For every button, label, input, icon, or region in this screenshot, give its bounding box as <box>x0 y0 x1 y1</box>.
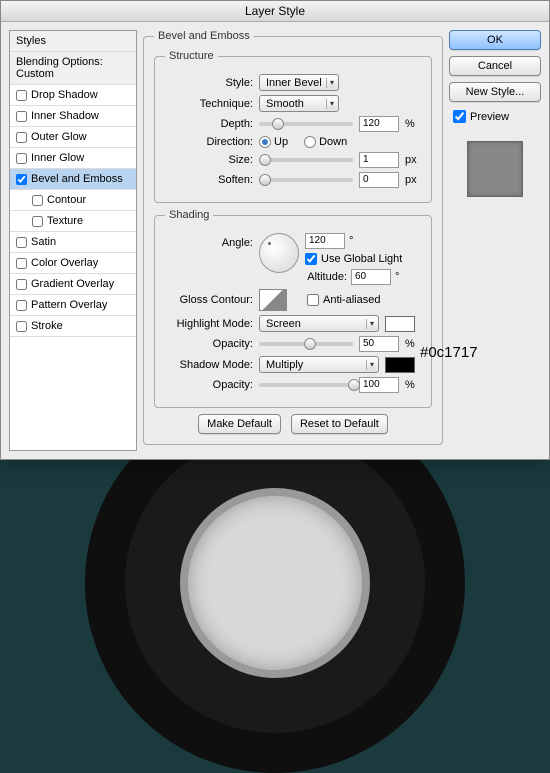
sidebar-checkbox[interactable] <box>16 279 27 290</box>
shading-group: Shading Angle: 120 ° Use Global Light Al… <box>154 209 432 408</box>
sidebar-item-label: Inner Shadow <box>31 110 99 122</box>
reset-default-button[interactable]: Reset to Default <box>291 414 388 434</box>
preview-swatch <box>467 141 523 197</box>
sidebar-item-label: Stroke <box>31 320 63 332</box>
bevel-emboss-group: Bevel and Emboss Structure Style: Inner … <box>143 30 443 445</box>
sidebar-checkbox[interactable] <box>16 153 27 164</box>
sidebar-item-color-overlay[interactable]: Color Overlay <box>10 253 136 274</box>
sidebar-item-texture[interactable]: Texture <box>10 211 136 232</box>
sidebar-item-label: Outer Glow <box>31 131 87 143</box>
sidebar-item-label: Bevel and Emboss <box>31 173 123 185</box>
angle-input[interactable]: 120 <box>305 233 345 249</box>
sidebar-checkbox[interactable] <box>16 321 27 332</box>
highlight-mode-label: Highlight Mode: <box>165 318 253 330</box>
shadow-opacity-label: Opacity: <box>165 379 253 391</box>
sidebar-item-contour[interactable]: Contour <box>10 190 136 211</box>
highlight-opacity-input[interactable]: 50 <box>359 336 399 352</box>
style-label: Style: <box>165 77 253 89</box>
sidebar-item-satin[interactable]: Satin <box>10 232 136 253</box>
sidebar-item-stroke[interactable]: Stroke <box>10 316 136 337</box>
size-input[interactable]: 1 <box>359 152 399 168</box>
highlight-mode-select[interactable]: Screen <box>259 315 379 332</box>
layer-style-dialog: Layer Style Styles Blending Options: Cus… <box>0 0 550 460</box>
sidebar-item-bevel-and-emboss[interactable]: Bevel and Emboss <box>10 169 136 190</box>
sidebar-item-label: Gradient Overlay <box>31 278 114 290</box>
shadow-opacity-slider[interactable] <box>259 383 353 387</box>
sidebar-item-gradient-overlay[interactable]: Gradient Overlay <box>10 274 136 295</box>
soften-input[interactable]: 0 <box>359 172 399 188</box>
highlight-color-swatch[interactable] <box>385 316 415 332</box>
global-light-checkbox[interactable]: Use Global Light <box>305 253 402 265</box>
sidebar-checkbox[interactable] <box>16 258 27 269</box>
sidebar-checkbox[interactable] <box>16 132 27 143</box>
size-label: Size: <box>165 154 253 166</box>
depth-slider[interactable] <box>259 122 353 126</box>
sidebar-checkbox[interactable] <box>16 174 27 185</box>
depth-label: Depth: <box>165 118 253 130</box>
sidebar-item-inner-glow[interactable]: Inner Glow <box>10 148 136 169</box>
anti-aliased-checkbox[interactable]: Anti-aliased <box>307 294 380 306</box>
depth-input[interactable]: 120 <box>359 116 399 132</box>
sidebar-item-outer-glow[interactable]: Outer Glow <box>10 127 136 148</box>
right-column: OK Cancel New Style... Preview <box>449 30 541 451</box>
panel-title: Bevel and Emboss <box>154 30 254 42</box>
sidebar-item-label: Color Overlay <box>31 257 98 269</box>
altitude-label: Altitude: <box>305 271 347 283</box>
ok-button[interactable]: OK <box>449 30 541 50</box>
sidebar-item-label: Drop Shadow <box>31 89 98 101</box>
sidebar-item-inner-shadow[interactable]: Inner Shadow <box>10 106 136 127</box>
altitude-input[interactable]: 60 <box>351 269 391 285</box>
make-default-button[interactable]: Make Default <box>198 414 281 434</box>
gloss-contour-swatch[interactable] <box>259 289 287 311</box>
options-panel: Bevel and Emboss Structure Style: Inner … <box>143 30 443 451</box>
sidebar-item-label: Satin <box>31 236 56 248</box>
soften-slider[interactable] <box>259 178 353 182</box>
sidebar-header-blending[interactable]: Blending Options: Custom <box>10 52 136 85</box>
highlight-opacity-label: Opacity: <box>165 338 253 350</box>
structure-group: Structure Style: Inner Bevel Technique: … <box>154 50 432 203</box>
new-style-button[interactable]: New Style... <box>449 82 541 102</box>
gloss-label: Gloss Contour: <box>165 294 253 306</box>
angle-label: Angle: <box>165 233 253 249</box>
direction-up-radio[interactable]: Up <box>259 136 288 148</box>
technique-select[interactable]: Smooth <box>259 95 339 112</box>
sidebar-checkbox[interactable] <box>16 237 27 248</box>
style-select[interactable]: Inner Bevel <box>259 74 339 91</box>
sidebar-checkbox[interactable] <box>32 195 43 206</box>
size-slider[interactable] <box>259 158 353 162</box>
sidebar-checkbox[interactable] <box>16 300 27 311</box>
sidebar-checkbox[interactable] <box>16 111 27 122</box>
technique-label: Technique: <box>165 98 253 110</box>
shadow-mode-label: Shadow Mode: <box>165 359 253 371</box>
dialog-title: Layer Style <box>1 1 549 22</box>
shadow-color-swatch[interactable] <box>385 357 415 373</box>
cancel-button[interactable]: Cancel <box>449 56 541 76</box>
highlight-opacity-slider[interactable] <box>259 342 353 346</box>
shadow-mode-select[interactable]: Multiply <box>259 356 379 373</box>
annotation-hex: #0c1717 <box>420 344 478 361</box>
angle-dial[interactable] <box>259 233 299 273</box>
styles-sidebar: Styles Blending Options: Custom Drop Sha… <box>9 30 137 451</box>
soften-label: Soften: <box>165 174 253 186</box>
preview-checkbox[interactable]: Preview <box>449 108 541 125</box>
sidebar-item-drop-shadow[interactable]: Drop Shadow <box>10 85 136 106</box>
direction-down-radio[interactable]: Down <box>304 136 347 148</box>
shadow-opacity-input[interactable]: 100 <box>359 377 399 393</box>
sidebar-item-label: Texture <box>47 215 83 227</box>
sidebar-header-styles[interactable]: Styles <box>10 31 136 52</box>
direction-label: Direction: <box>165 136 253 148</box>
sidebar-item-label: Contour <box>47 194 86 206</box>
sidebar-item-label: Pattern Overlay <box>31 299 107 311</box>
sidebar-item-label: Inner Glow <box>31 152 84 164</box>
sidebar-checkbox[interactable] <box>32 216 43 227</box>
sidebar-item-pattern-overlay[interactable]: Pattern Overlay <box>10 295 136 316</box>
sidebar-checkbox[interactable] <box>16 90 27 101</box>
